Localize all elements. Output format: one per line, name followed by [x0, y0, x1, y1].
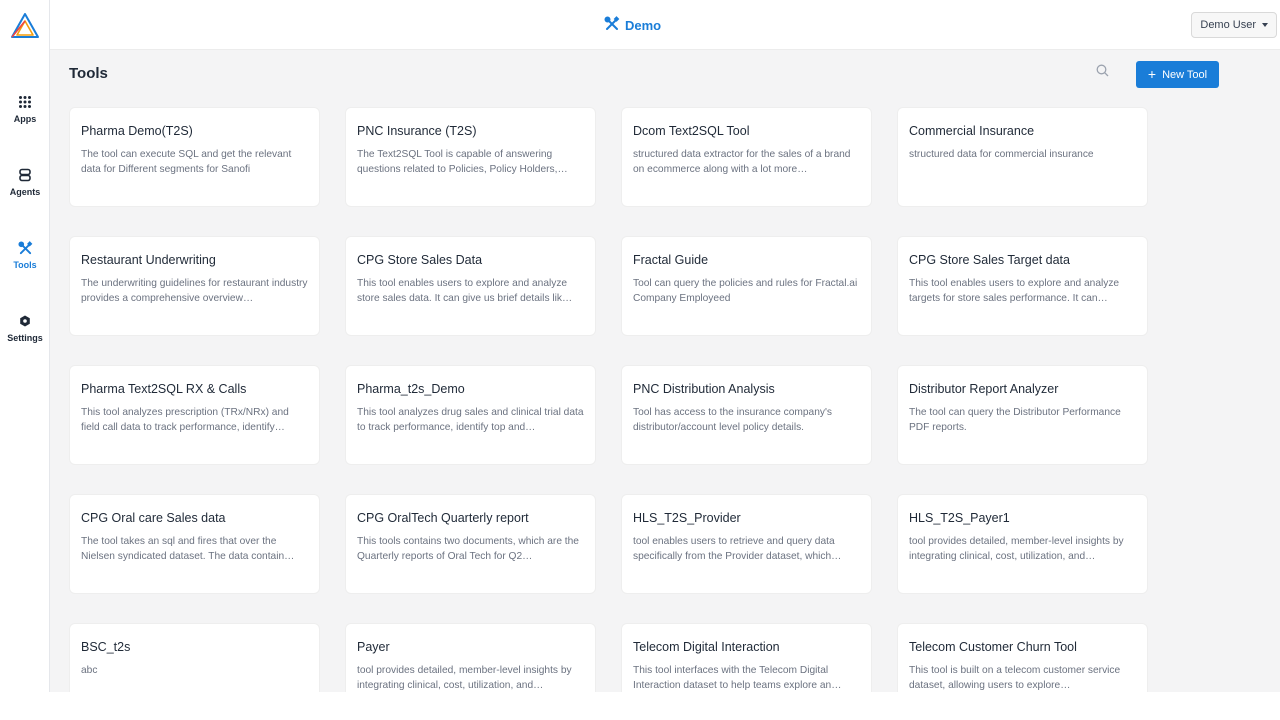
tool-card-title: Commercial Insurance [909, 124, 1035, 138]
tool-card-title: Telecom Digital Interaction [633, 640, 780, 654]
tool-card[interactable]: Commercial Insurance structured data for … [897, 107, 1148, 207]
tool-card-description: structured data extractor for the sales … [633, 149, 851, 175]
tool-card-title: Dcom Text2SQL Tool [633, 124, 750, 138]
sidebar-item-settings[interactable]: Settings [0, 313, 50, 363]
sidebar-item-label: Settings [7, 333, 43, 343]
tool-card[interactable]: Fractal Guide Tool can query the policies… [621, 236, 872, 336]
robot-icon [17, 167, 33, 183]
tool-card[interactable]: CPG Oral care Sales data The tool takes a… [69, 494, 320, 594]
tool-card-title: Pharma Demo(T2S) [81, 124, 193, 138]
sidebar-item-label: Apps [13, 114, 37, 124]
tool-card-title: BSC_t2s [81, 640, 131, 654]
tools-icon [604, 15, 620, 35]
tool-card-title: Telecom Customer Churn Tool [909, 640, 1077, 654]
tool-card[interactable]: Pharma Text2SQL RX & Calls This tool anal… [69, 365, 320, 465]
grid-dots-icon [17, 94, 33, 110]
tool-card[interactable]: CPG Store Sales Data This tool enables us… [345, 236, 596, 336]
tool-card-description: This tool analyzes drug sales and clinic… [357, 407, 584, 433]
tool-card-description: This tool analyzes prescription (TRx/NRx… [81, 407, 289, 433]
tool-card-title: CPG Oral care Sales data [81, 511, 226, 525]
tool-card[interactable]: Telecom Customer Churn Tool This tool is … [897, 623, 1148, 692]
tool-card-description: Tool can query the policies and rules fo… [633, 278, 858, 304]
tool-card[interactable]: Telecom Digital Interaction This tool int… [621, 623, 872, 692]
tool-card[interactable]: Dcom Text2SQL Tool structured data extrac… [621, 107, 872, 207]
tool-card[interactable]: BSC_t2sabc [69, 623, 320, 692]
tool-card[interactable]: Distributor Report Analyzer The tool can … [897, 365, 1148, 465]
tool-card[interactable]: Pharma_t2s_Demo This tool analyzes drug s… [345, 365, 596, 465]
tool-card-title: Payer [357, 640, 390, 654]
tool-card-description: tool provides detailed, member-level ins… [357, 665, 572, 691]
gear-icon [17, 313, 33, 329]
search-icon [1096, 64, 1109, 82]
tool-card-title: PNC Insurance (T2S) [357, 124, 477, 138]
sidebar-item-label: Agents [9, 187, 41, 197]
tool-card-title: HLS_T2S_Provider [633, 511, 741, 525]
tool-card-description: This tool enables users to explore and a… [357, 278, 573, 304]
tool-card-description: tool provides detailed, member-level ins… [909, 536, 1124, 562]
app-name: Demo [625, 17, 662, 33]
tool-card-description: structured data for commercial insurance [909, 149, 1094, 160]
sidebar-item-apps[interactable]: Apps [0, 94, 50, 144]
tool-card-description: This tool is built on a telecom customer… [909, 665, 1121, 691]
tool-card-title: CPG OralTech Quarterly report [357, 511, 529, 525]
tool-card[interactable]: HLS_T2S_Payer1tool provides detailed, me… [897, 494, 1148, 594]
tool-card-title: Pharma_t2s_Demo [357, 382, 465, 396]
sidebar: Apps Agents Tools Settings [0, 0, 50, 692]
tool-card-description: The tool takes an sql and fires that ove… [81, 536, 295, 562]
tool-card-title: Restaurant Underwriting [81, 253, 216, 267]
app-logo-icon[interactable] [10, 12, 40, 40]
tool-card-description: Tool has access to the insurance company… [633, 407, 833, 433]
bottom-strip [0, 692, 1280, 720]
top-bar: Demo Demo User [50, 0, 1280, 50]
tool-card-title: CPG Store Sales Data [357, 253, 483, 267]
tools-icon [17, 240, 33, 256]
tool-card-description: The underwriting guidelines for restaura… [81, 278, 308, 304]
tool-card[interactable]: Restaurant Underwriting The underwriting … [69, 236, 320, 336]
tool-card[interactable]: HLS_T2S_Providertool enables users to re… [621, 494, 872, 594]
tool-card-description: This tool enables users to explore and a… [909, 278, 1120, 304]
tools-grid: Pharma Demo(T2S) The tool can execute SQL… [69, 107, 1148, 692]
tool-card-description: tool enables users to retrieve and query… [633, 536, 842, 562]
tools-content: Pharma Demo(T2S) The tool can execute SQL… [50, 88, 1280, 692]
new-tool-label: New Tool [1162, 68, 1208, 81]
tool-card[interactable]: PNC Insurance (T2S) The Text2SQL Tool is … [345, 107, 596, 207]
sidebar-item-agents[interactable]: Agents [0, 167, 50, 217]
tool-card-description: This tools contains two documents, which… [357, 536, 579, 562]
tool-card-description: The tool can query the Distributor Perfo… [909, 407, 1121, 433]
sidebar-item-label: Tools [13, 260, 37, 270]
tool-card[interactable]: CPG OralTech Quarterly report This tools … [345, 494, 596, 594]
user-menu-dropdown[interactable]: Demo User [1191, 12, 1277, 38]
tool-card[interactable]: Payer tool provides detailed, member-leve… [345, 623, 596, 692]
chevron-down-icon [1262, 23, 1268, 27]
plus-icon: + [1147, 66, 1157, 82]
tool-card-description: This tool interfaces with the Telecom Di… [633, 665, 842, 691]
tool-card-title: HLS_T2S_Payer1 [909, 511, 1010, 525]
page-title: Tools [69, 65, 108, 82]
tool-card-description: abc [81, 665, 98, 676]
tool-card-title: Pharma Text2SQL RX & Calls [81, 382, 247, 396]
tool-card[interactable]: PNC Distribution Analysis Tool has access… [621, 365, 872, 465]
tool-card[interactable]: Pharma Demo(T2S) The tool can execute SQL… [69, 107, 320, 207]
tool-card-title: Fractal Guide [633, 253, 709, 267]
tool-card-title: CPG Store Sales Target data [909, 253, 1070, 267]
tool-card-description: The tool can execute SQL and get the rel… [81, 149, 292, 175]
tool-card[interactable]: CPG Store Sales Target data This tool ena… [897, 236, 1148, 336]
tool-card-title: PNC Distribution Analysis [633, 382, 775, 396]
tool-card-description: The Text2SQL Tool is capable of answerin… [357, 149, 568, 175]
app-brand[interactable]: Demo [604, 15, 662, 35]
tool-card-title: Distributor Report Analyzer [909, 382, 1059, 396]
new-tool-button[interactable]: + New Tool [1136, 61, 1219, 88]
search-button[interactable] [1093, 64, 1111, 82]
user-name: Demo User [1200, 19, 1256, 31]
sidebar-item-tools[interactable]: Tools [0, 240, 50, 290]
